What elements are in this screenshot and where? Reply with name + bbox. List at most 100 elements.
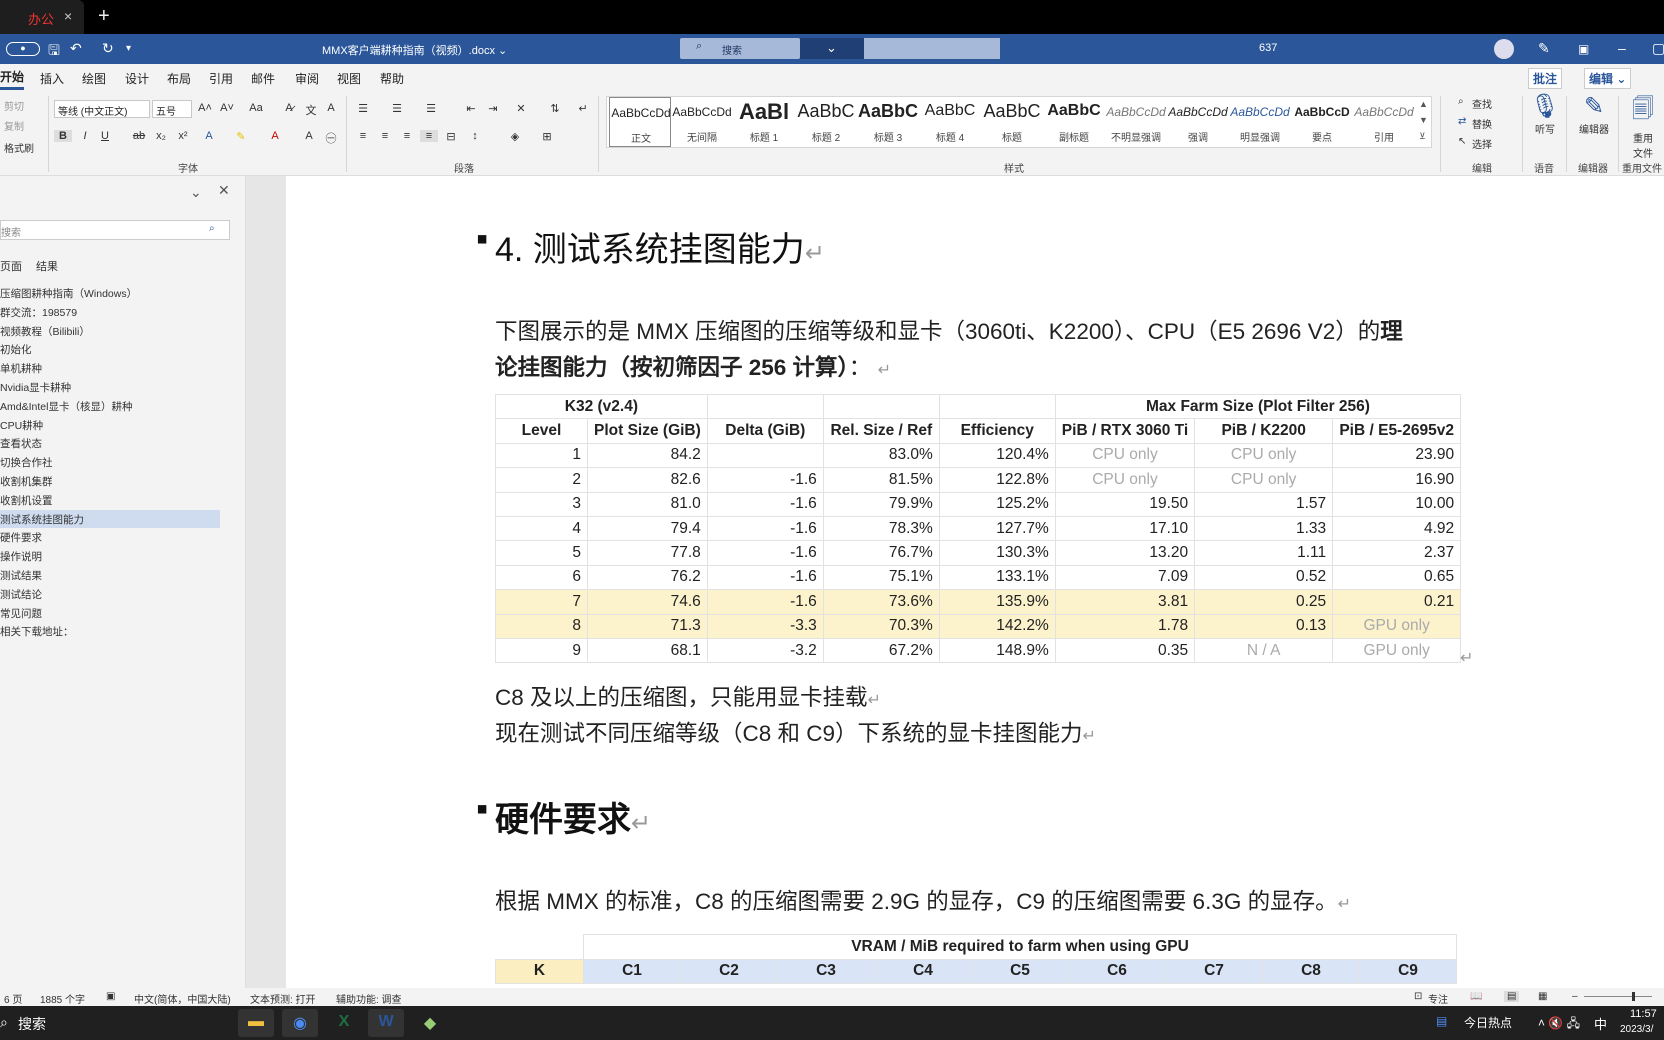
chevron-down-icon[interactable]: ⌄ (190, 184, 202, 201)
shading-icon[interactable]: ◈ (506, 130, 524, 143)
nav-item[interactable]: 压缩图耕种指南（Windows） (0, 284, 220, 302)
tab-results[interactable]: 结果 (36, 258, 58, 274)
borders-icon[interactable]: ⊞ (538, 130, 556, 143)
replace-button[interactable]: 替换 (1472, 116, 1492, 131)
search-dropdown[interactable]: ⌄ (800, 38, 864, 59)
zoom-slider[interactable] (1584, 996, 1652, 997)
multilevel-list-icon[interactable]: ☰ (422, 102, 440, 115)
minimize-icon[interactable]: – (1618, 40, 1626, 56)
superscript-icon[interactable]: x² (174, 130, 192, 142)
phonetic-guide-icon[interactable]: 文 (302, 102, 320, 118)
nav-item[interactable]: 视频教程（Bilibili） (0, 322, 220, 340)
close-icon[interactable]: × (64, 8, 72, 24)
close-icon[interactable]: ✕ (218, 182, 230, 199)
style-emphasis[interactable]: AaBbCcDd 强调 (1167, 97, 1229, 147)
font-name-select[interactable]: 等线 (中文正文) (54, 100, 150, 118)
justify-icon[interactable]: ≡ (420, 130, 438, 142)
select-button[interactable]: 选择 (1472, 136, 1492, 151)
reuse-file-button[interactable]: 🗐 重用文件 (1624, 92, 1662, 160)
print-layout-icon[interactable]: ▤ (1504, 991, 1520, 1002)
change-case-icon[interactable]: Aa (244, 102, 268, 114)
tab-design[interactable]: 设计 (125, 70, 149, 87)
chrome-icon[interactable]: ◉ (282, 1009, 318, 1037)
char-shading-icon[interactable]: A (300, 130, 318, 142)
enclose-char-icon[interactable]: ㊀ (322, 130, 340, 146)
nav-item[interactable]: 收割机集群 (0, 472, 220, 490)
editor-button[interactable]: ✎ 编辑器 (1572, 92, 1616, 136)
tab-draw[interactable]: 绘图 (82, 70, 106, 87)
sort-icon[interactable]: ⇅ (546, 102, 564, 115)
text-effects-icon[interactable]: A (200, 130, 218, 142)
font-color-icon[interactable]: A (266, 130, 284, 142)
new-tab-button[interactable]: + (98, 5, 110, 28)
dictate-button[interactable]: 🎙 听写 (1528, 92, 1562, 136)
nav-item[interactable]: 切换合作社 (0, 453, 220, 471)
style-title[interactable]: AaBbC 标题 (981, 97, 1043, 147)
nav-item[interactable]: CPU耕种 (0, 416, 220, 434)
italic-icon[interactable]: I (76, 130, 94, 142)
nav-search-input[interactable]: 搜索 ⌕ (0, 220, 230, 240)
gallery-down-icon[interactable]: ▼ (1419, 115, 1428, 125)
copy-button[interactable]: 复制 (4, 118, 24, 133)
style-subtitle[interactable]: AaBbC 副标题 (1043, 97, 1105, 147)
nav-item[interactable]: 常见问题 (0, 604, 220, 622)
focus-mode[interactable]: 专注 (1428, 991, 1448, 1006)
tab-pages[interactable]: 页面 (0, 258, 22, 274)
subscript-icon[interactable]: x₂ (152, 130, 170, 142)
nav-item[interactable]: 相关下载地址： (0, 622, 220, 640)
numbering-icon[interactable]: ☰ (388, 102, 406, 115)
nav-item[interactable]: 操作说明 (0, 547, 220, 565)
nav-item[interactable]: 硬件要求 (0, 528, 220, 546)
zoom-slider-thumb[interactable] (1632, 992, 1635, 1001)
chinese-layout-icon[interactable]: ✕ (512, 102, 530, 115)
browser-tab[interactable]: 办公 × (0, 0, 84, 34)
nav-item[interactable]: 测试结果 (0, 566, 220, 584)
bullets-icon[interactable]: ☰ (354, 102, 372, 115)
file-explorer-icon[interactable]: ▬ (238, 1009, 274, 1037)
tab-view[interactable]: 视图 (337, 70, 361, 87)
bold-icon[interactable]: B (54, 130, 72, 142)
avatar[interactable] (1494, 39, 1514, 59)
save-icon[interactable]: 🖫 (48, 40, 60, 64)
increase-indent-icon[interactable]: ⇥ (484, 102, 502, 115)
nav-item[interactable]: 单机耕种 (0, 359, 220, 377)
taskbar-search[interactable]: 搜索 (18, 1014, 46, 1034)
app-icon[interactable]: ◆ (412, 1009, 448, 1037)
style-heading-4[interactable]: AaBbC 标题 4 (919, 97, 981, 147)
font-size-select[interactable]: 五号 (152, 100, 192, 118)
nav-item[interactable]: 初始化 (0, 340, 220, 358)
nav-item[interactable]: 收割机设置 (0, 491, 220, 509)
style-quote[interactable]: AaBbCcDd 引用 (1353, 97, 1415, 147)
distributed-icon[interactable]: ⊟ (442, 130, 460, 143)
underline-icon[interactable]: U (96, 130, 114, 142)
nav-item[interactable]: 查看状态 (0, 434, 220, 452)
read-mode-icon[interactable]: 📖 (1470, 991, 1482, 1002)
nav-item[interactable]: 测试结论 (0, 585, 220, 603)
style-no-spacing[interactable]: AaBbCcDd 无间隔 (671, 97, 733, 147)
text-prediction[interactable]: 文本预测: 打开 (250, 991, 316, 1006)
proofing-icon[interactable]: ▣ (106, 991, 115, 1002)
zoom-out-icon[interactable]: – (1572, 991, 1578, 1002)
style-heading-2[interactable]: AaBbC 标题 2 (795, 97, 857, 147)
style-intense-emphasis[interactable]: AaBbCcDd 明显强调 (1229, 97, 1291, 147)
style-heading-1[interactable]: AaBl 标题 1 (733, 97, 795, 147)
clock-date[interactable]: 2023/3/ (1620, 1024, 1653, 1035)
line-spacing-icon[interactable]: ↕ (466, 130, 484, 142)
shrink-font-icon[interactable]: A˅ (218, 102, 236, 114)
nav-item[interactable]: 群交流：198579 (0, 303, 220, 321)
style-normal[interactable]: AaBbCcDd 正文 (609, 97, 671, 147)
gallery-up-icon[interactable]: ▲ (1419, 99, 1428, 109)
tab-references[interactable]: 引用 (209, 70, 233, 87)
align-center-icon[interactable]: ≡ (376, 130, 394, 142)
gallery-more-icon[interactable]: ⊻ (1419, 131, 1426, 142)
strikethrough-icon[interactable]: ab (130, 130, 148, 142)
accessibility[interactable]: 辅助功能: 调查 (336, 991, 402, 1006)
grow-font-icon[interactable]: A˄ (196, 102, 214, 114)
tab-layout[interactable]: 布局 (167, 70, 191, 87)
nav-item[interactable]: 测试系统挂图能力 (0, 509, 220, 528)
clear-format-icon[interactable]: A̷ (280, 102, 298, 114)
format-painter-button[interactable]: 格式刷 (4, 140, 34, 155)
search-box[interactable]: ⌕ 搜索 (680, 38, 800, 59)
align-left-icon[interactable]: ≡ (354, 130, 372, 142)
tab-insert[interactable]: 插入 (40, 70, 64, 87)
